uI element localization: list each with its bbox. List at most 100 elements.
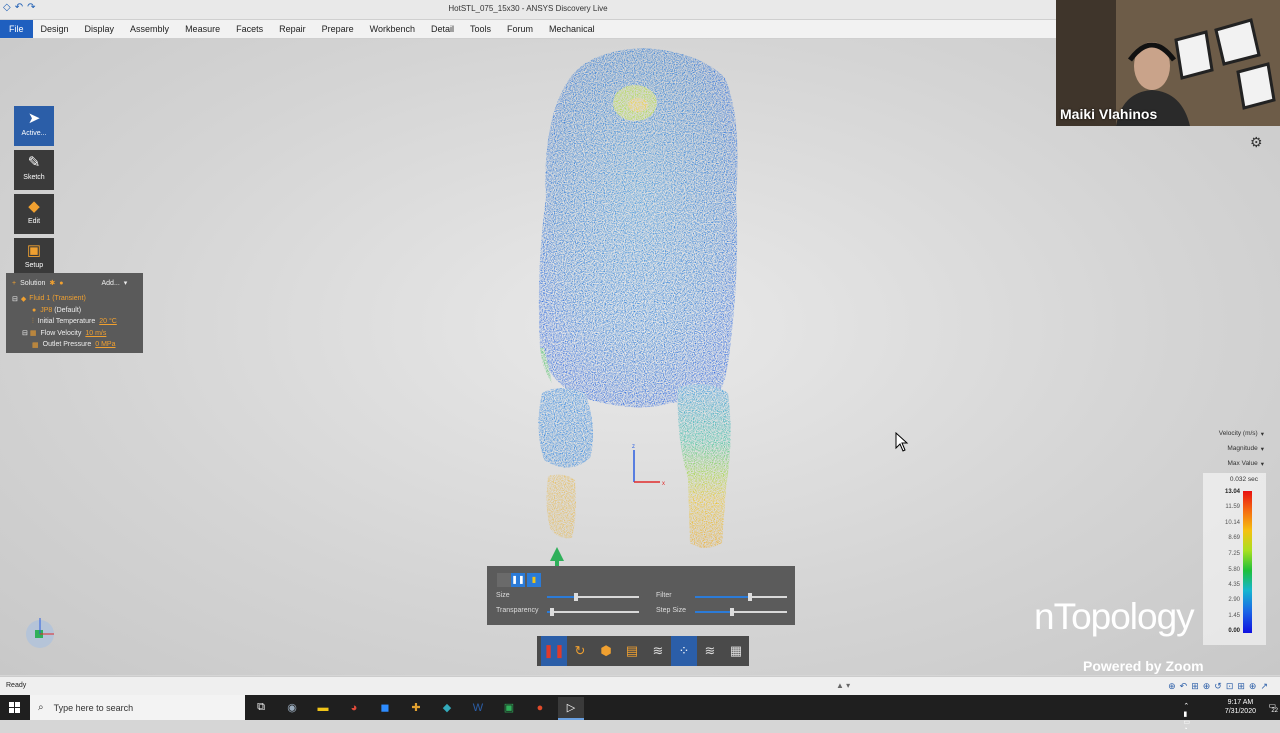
- slack-icon[interactable]: ✚: [403, 697, 429, 718]
- cursor-arrow-icon: ➤: [27, 110, 41, 127]
- reset-icon[interactable]: ↻: [567, 636, 593, 666]
- gear-icon[interactable]: ⚙: [1250, 134, 1263, 151]
- tree-row-fluid[interactable]: ⊟ ◆ Fluid 1 (Transient): [6, 293, 143, 305]
- start-button[interactable]: [0, 695, 30, 720]
- particles-icon[interactable]: ⁘: [671, 636, 697, 666]
- slider-knob[interactable]: [730, 608, 734, 616]
- expand-icon[interactable]: ⊟: [12, 295, 18, 303]
- title-bar: ◇ ↶ ↷ HotSTL_075_15x30 - ANSYS Discovery…: [0, 0, 1056, 20]
- slider-knob[interactable]: [574, 593, 578, 601]
- task-view-icon[interactable]: ⧉: [248, 697, 274, 718]
- add-dropdown[interactable]: Add...: [102, 280, 120, 287]
- color-icon[interactable]: ▮: [527, 573, 541, 587]
- menu-mechanical[interactable]: Mechanical: [541, 24, 603, 34]
- slider-fill: [695, 611, 732, 613]
- tree-row-material[interactable]: ● JP8 (Default): [6, 305, 143, 317]
- edit-icon: ◆: [28, 198, 40, 215]
- menu-workbench[interactable]: Workbench: [362, 24, 423, 34]
- chrome-icon[interactable]: ◕: [341, 697, 367, 718]
- active-tool-button[interactable]: ➤ Active...: [14, 106, 54, 146]
- flow-lines-icon[interactable]: ≋: [697, 636, 723, 666]
- view-orientation-icon[interactable]: [20, 610, 60, 650]
- clock[interactable]: 9:17 AM 7/31/2020: [1225, 698, 1256, 716]
- transparency-slider[interactable]: [547, 608, 639, 616]
- step-size-slider[interactable]: [695, 608, 787, 616]
- window-title: HotSTL_075_15x30 - ANSYS Discovery Live: [448, 4, 608, 13]
- selection-filter-icon[interactable]: ▲ ▾: [836, 681, 850, 690]
- component-dropdown[interactable]: Magnitude ▾: [1200, 441, 1280, 456]
- windows-logo-icon: [9, 701, 20, 713]
- flame-icon: ✱: [49, 280, 56, 287]
- menu-repair[interactable]: Repair: [271, 24, 314, 34]
- legend-color-bar: [1243, 491, 1252, 633]
- status-text: Ready: [6, 682, 27, 689]
- tree-row-initial-temperature[interactable]: ⫶ Initial Temperature 20 °C: [6, 316, 143, 328]
- svg-text:z: z: [632, 444, 635, 450]
- tree-row-value[interactable]: 10 m/s: [85, 330, 106, 337]
- legend-tick: 7.25: [1228, 551, 1240, 557]
- surface-icon[interactable]: ▦: [723, 636, 749, 666]
- clock-date: 7/31/2020: [1224, 708, 1256, 715]
- tree-row-flow-velocity[interactable]: ⊟ ▦ Flow Velocity 10 m/s: [6, 328, 143, 340]
- streamlines-icon[interactable]: ≋: [645, 636, 671, 666]
- edit-tool-button[interactable]: ◆ Edit: [14, 194, 54, 234]
- mode-dropdown[interactable]: Max Value ▾: [1200, 456, 1280, 471]
- legend-tick: 8.69: [1228, 535, 1240, 541]
- size-slider[interactable]: [547, 593, 639, 601]
- legend-tick: 10.14: [1224, 520, 1240, 526]
- pause-icon[interactable]: ❚❚: [541, 636, 567, 666]
- chevron-down-icon[interactable]: ▾: [124, 279, 128, 287]
- menu-detail[interactable]: Detail: [423, 24, 462, 34]
- box-icon[interactable]: ⬢: [593, 636, 619, 666]
- view-controls-icons[interactable]: ⊕↶⊞⊕↺⊡⊞⊕↗: [1168, 681, 1272, 692]
- filter-slider[interactable]: [695, 593, 787, 601]
- palette-icon: ●: [59, 279, 64, 287]
- cfd-particle-plot[interactable]: [530, 48, 760, 568]
- expand-icon[interactable]: ⊟: [22, 329, 28, 337]
- powerpoint-icon[interactable]: ●: [527, 697, 553, 718]
- menu-assembly[interactable]: Assembly: [122, 24, 177, 34]
- sketch-tool-button[interactable]: ✎ Sketch: [14, 150, 54, 190]
- setup-tool-button[interactable]: ▣ Setup: [14, 238, 54, 278]
- menu-bar: File Design Display Assembly Measure Fac…: [0, 20, 1056, 39]
- stop-icon[interactable]: [497, 573, 511, 587]
- slider-knob[interactable]: [550, 608, 554, 616]
- file-explorer-icon[interactable]: ▬: [310, 697, 336, 718]
- tool-label: Setup: [24, 262, 44, 269]
- zoom-icon[interactable]: ◼: [372, 697, 398, 718]
- tray-icons[interactable]: ⌃ ▮ ▭ ◔: [1183, 702, 1190, 733]
- app-icon[interactable]: ◆: [434, 697, 460, 718]
- menu-forum[interactable]: Forum: [499, 24, 541, 34]
- tool-label: Active...: [21, 130, 47, 137]
- slider-knob[interactable]: [748, 593, 752, 601]
- app-icon[interactable]: ◉: [279, 697, 305, 718]
- particle-settings-panel: ❚❚ ▮ Size Filter Transparency Step Size: [487, 566, 795, 625]
- tree-row-value[interactable]: 0 MPa: [95, 341, 115, 348]
- taskbar-search[interactable]: ⌕ Type here to search: [30, 695, 245, 720]
- menu-display[interactable]: Display: [77, 24, 123, 34]
- particle-right-leg: [677, 384, 731, 548]
- size-label: Size: [496, 592, 510, 599]
- discovery-live-taskbar-icon[interactable]: ▷: [558, 697, 584, 720]
- material-suffix: (Default): [54, 306, 82, 314]
- menu-file[interactable]: File: [0, 20, 33, 38]
- menu-tools[interactable]: Tools: [462, 24, 499, 34]
- tool-palette: ➤ Active... ✎ Sketch ◆ Edit ▣ Setup: [14, 106, 54, 282]
- menu-measure[interactable]: Measure: [177, 24, 228, 34]
- quantity-dropdown[interactable]: Velocity (m/s) ▾: [1200, 426, 1280, 441]
- filter-label: Filter: [656, 592, 672, 599]
- legend-tick: 11.59: [1225, 504, 1240, 510]
- pause-icon[interactable]: ❚❚: [511, 573, 525, 587]
- tree-row-outlet-pressure[interactable]: ▦ Outlet Pressure 0 MPa: [6, 339, 143, 351]
- word-icon[interactable]: W: [465, 697, 491, 718]
- note-icon[interactable]: ▤: [619, 636, 645, 666]
- menu-design[interactable]: Design: [33, 24, 77, 34]
- menu-facets[interactable]: Facets: [228, 24, 271, 34]
- legend-tick: 4.35: [1228, 582, 1240, 588]
- menu-prepare[interactable]: Prepare: [314, 24, 362, 34]
- legend-tick: 13.04: [1224, 489, 1240, 495]
- app-icon[interactable]: ▣: [496, 697, 522, 718]
- 3d-viewport[interactable]: ➤ Active... ✎ Sketch ◆ Edit ▣ Setup + So…: [0, 39, 1280, 675]
- tree-row-value[interactable]: 20 °C: [99, 318, 117, 325]
- solution-label[interactable]: Solution: [20, 280, 45, 287]
